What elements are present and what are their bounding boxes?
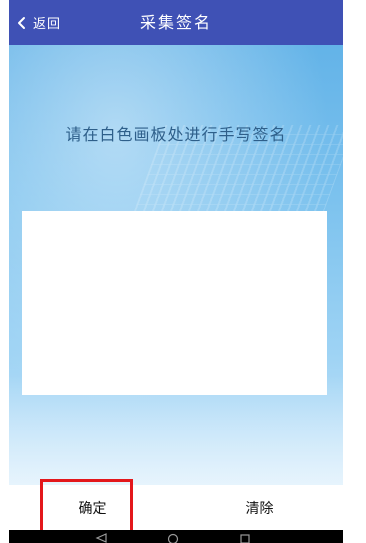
signature-board[interactable] — [22, 211, 327, 395]
circle-home-icon[interactable] — [167, 533, 179, 543]
triangle-back-icon[interactable] — [95, 533, 107, 543]
signature-area: 请在白色画板处进行手写签名 — [9, 45, 343, 485]
system-nav-bar — [9, 530, 343, 543]
action-bar: 确定 清除 — [9, 485, 343, 530]
square-recents-icon[interactable] — [239, 533, 251, 543]
page-title: 采集签名 — [139, 13, 212, 32]
confirm-button[interactable]: 确定 — [9, 485, 176, 530]
phone-screen: 返回 采集签名 请在白色画板处进行手写签名 确定 清除 — [9, 0, 343, 543]
header-bar: 返回 采集签名 — [9, 0, 343, 45]
instruction-text: 请在白色画板处进行手写签名 — [65, 125, 287, 144]
clear-button[interactable]: 清除 — [176, 485, 343, 530]
